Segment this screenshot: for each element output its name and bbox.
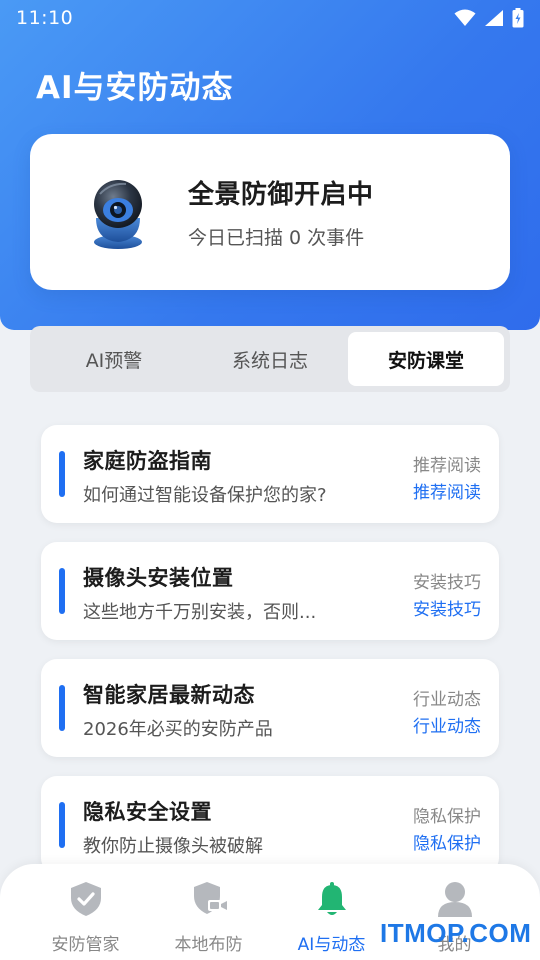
- article-category-link[interactable]: 隐私保护: [413, 829, 481, 854]
- status-bar: 11:10: [0, 0, 540, 36]
- article-description: 教你防止摄像头被破解: [83, 836, 263, 857]
- accent-bar: [59, 451, 65, 497]
- article-description: 如何通过智能设备保护您的家?: [83, 485, 327, 506]
- status-icons: [454, 8, 524, 28]
- tab-system-log[interactable]: 系统日志: [192, 332, 348, 386]
- wifi-icon: [454, 9, 476, 26]
- article-card[interactable]: 摄像头安装位置 这些地方千万别安装，否则... 安装技巧 安装技巧: [41, 542, 499, 640]
- article-card[interactable]: 家庭防盗指南 如何通过智能设备保护您的家? 推荐阅读 推荐阅读: [41, 425, 499, 523]
- shield-camera-icon: [193, 882, 227, 914]
- nav-label: 安防管家: [51, 935, 120, 955]
- nav-label: AI与动态: [297, 935, 366, 955]
- article-title: 家庭防盗指南: [83, 449, 212, 473]
- tab-bar: AI预警 系统日志 安防课堂: [30, 326, 510, 392]
- protection-scan-count: 今日已扫描 0 次事件: [188, 227, 365, 249]
- bell-icon: [317, 882, 346, 915]
- article-description: 2026年必买的安防产品: [83, 719, 273, 740]
- accent-bar: [59, 685, 65, 731]
- article-card[interactable]: 智能家居最新动态 2026年必买的安防产品 行业动态 行业动态: [41, 659, 499, 757]
- article-title: 隐私安全设置: [83, 800, 212, 824]
- nav-item-local-arming[interactable]: 本地布防: [147, 864, 270, 960]
- nav-item-security-manager[interactable]: 安防管家: [24, 864, 147, 960]
- security-camera-icon: [94, 180, 142, 249]
- article-card[interactable]: 隐私安全设置 教你防止摄像头被破解 隐私保护 隐私保护: [41, 776, 499, 874]
- protection-status-title: 全景防御开启中: [188, 180, 374, 210]
- tab-ai-alerts[interactable]: AI预警: [36, 332, 192, 386]
- signal-icon: [485, 10, 503, 26]
- page-title: AI与安防动态: [36, 70, 234, 106]
- tab-security-class[interactable]: 安防课堂: [348, 332, 504, 386]
- user-icon: [437, 882, 472, 917]
- nav-item-ai-news[interactable]: AI与动态: [270, 864, 393, 960]
- article-title: 摄像头安装位置: [83, 566, 234, 590]
- watermark: ITMOP.COM: [380, 918, 532, 948]
- article-category-link[interactable]: 推荐阅读: [413, 478, 481, 503]
- shield-check-icon: [70, 882, 101, 916]
- article-title: 智能家居最新动态: [83, 683, 255, 707]
- article-category-link[interactable]: 安装技巧: [413, 595, 481, 620]
- battery-charging-icon: [512, 8, 524, 28]
- article-category: 安装技巧: [413, 573, 481, 593]
- accent-bar: [59, 568, 65, 614]
- nav-label: 本地布防: [174, 935, 243, 955]
- article-description: 这些地方千万别安装，否则...: [83, 602, 317, 623]
- article-category: 推荐阅读: [413, 456, 481, 476]
- article-category: 行业动态: [413, 690, 481, 710]
- article-category: 隐私保护: [413, 807, 481, 827]
- accent-bar: [59, 802, 65, 848]
- protection-status-card: 全景防御开启中 今日已扫描 0 次事件: [30, 134, 510, 290]
- status-time: 11:10: [16, 7, 74, 29]
- article-category-link[interactable]: 行业动态: [413, 712, 481, 737]
